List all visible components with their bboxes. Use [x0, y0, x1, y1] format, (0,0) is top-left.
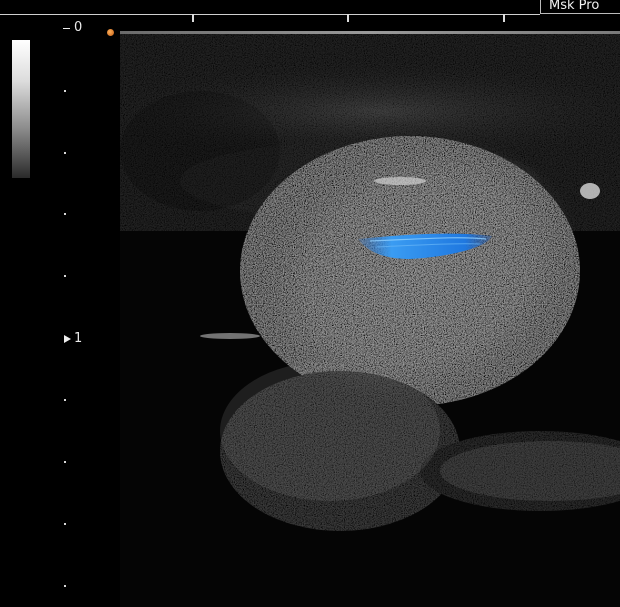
top-ruler-tick — [347, 14, 349, 22]
depth-dot — [64, 90, 66, 92]
top-ruler-tick — [503, 14, 505, 22]
top-ruler — [0, 14, 540, 15]
focus-marker-icon — [107, 29, 114, 36]
depth-arrow-icon — [64, 335, 71, 343]
ultrasound-screen: Msk Pro 0 1 — [0, 0, 620, 607]
depth-dot — [64, 152, 66, 154]
depth-dot — [64, 461, 66, 463]
ultrasound-image — [120, 31, 620, 607]
transducer-surface-line — [120, 31, 620, 34]
grayscale-bar — [12, 40, 30, 178]
depth-dot — [64, 213, 66, 215]
preset-label: Msk Pro — [540, 0, 620, 14]
top-ruler-tick — [192, 14, 194, 22]
depth-dot — [64, 585, 66, 587]
depth-label-0: 0 — [74, 20, 83, 35]
depth-dot — [64, 523, 66, 525]
depth-tick-major — [63, 28, 70, 29]
depth-dot — [64, 275, 66, 277]
depth-dot — [64, 399, 66, 401]
depth-label-1: 1 — [74, 331, 83, 346]
